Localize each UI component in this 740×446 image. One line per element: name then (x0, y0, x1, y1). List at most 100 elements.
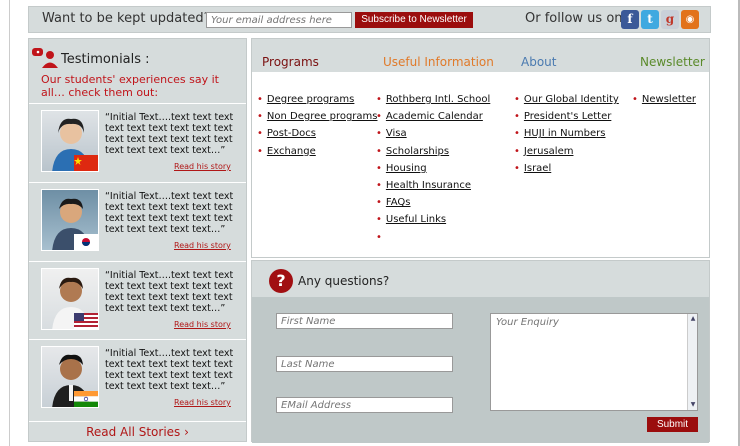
bullet-icon: • (376, 128, 382, 140)
questions-title: Any questions? (298, 274, 390, 288)
testimonials-title: Testimonials : (61, 52, 150, 67)
bullet-icon: • (376, 214, 382, 226)
menu-link[interactable]: • President's Letter (514, 108, 619, 125)
korea-flag-icon (74, 234, 98, 250)
bullet-icon: • (257, 128, 263, 140)
menu-link[interactable]: • Our Global Identity (514, 91, 619, 108)
menu-link-label[interactable]: Post-Docs (267, 128, 316, 139)
bullet-icon: • (376, 145, 382, 157)
china-flag-icon (74, 155, 98, 171)
menu-link-label[interactable]: President's Letter (524, 111, 611, 122)
menu-link[interactable]: • Academic Calendar (376, 108, 490, 125)
newsletter-links: • Newsletter (632, 91, 696, 108)
about-links: • Our Global Identity • President's Letter •… (514, 91, 619, 177)
testimonial-quote: “Initial Text….text text text text text … (105, 112, 234, 156)
rss-icon[interactable]: ◉ (681, 10, 699, 29)
subscribe-button[interactable]: Subscribe to Newsletter (355, 12, 473, 28)
menu-link[interactable]: • Useful Links (376, 211, 490, 228)
menu-link-label[interactable]: FAQs (386, 197, 411, 208)
testimonial-card: “Initial Text….text text text text text … (29, 103, 246, 177)
menu-link-label[interactable]: Rothberg Intl. School (386, 94, 490, 105)
menu-link[interactable]: • Non Degree programs (257, 108, 378, 125)
menu-link-label[interactable]: HUJI in Numbers (524, 128, 606, 139)
scroll-down-icon[interactable]: ▼ (689, 401, 697, 409)
read-story-link[interactable]: Read his story (174, 320, 231, 329)
testimonial-quote: “Initial Text….text text text text text … (105, 191, 234, 235)
menu-header-about[interactable]: About (521, 55, 556, 69)
testimonial-card: “Initial Text….text text text text text … (29, 339, 246, 413)
bullet-icon: • (514, 94, 520, 105)
menu-link-label[interactable]: Jerusalem (524, 146, 574, 157)
follow-us-label: Or follow us on: (525, 11, 627, 26)
facebook-icon[interactable]: f (621, 10, 639, 29)
useful-information-links: • Rothberg Intl. School • Academic Calendar… (376, 91, 490, 246)
enquiry-scrollbar[interactable]: ▲ ▼ (687, 314, 697, 410)
last-name-field[interactable] (276, 356, 453, 372)
programs-links: • Degree programs • Non Degree programs • Pos… (257, 91, 378, 160)
read-story-link[interactable]: Read his story (174, 398, 231, 407)
menu-link-label[interactable]: Non Degree programs (267, 111, 378, 122)
menu-header-programs[interactable]: Programs (262, 55, 319, 69)
menu-link-label[interactable]: Exchange (267, 146, 316, 157)
bullet-icon: • (257, 145, 263, 157)
testimonial-card: “Initial Text….text text text text text … (29, 182, 246, 256)
read-story-link[interactable]: Read his story (174, 162, 231, 171)
menu-header-useful-information[interactable]: Useful Information (383, 55, 494, 69)
menu-link[interactable]: • Exchange (257, 143, 378, 160)
google-plus-icon[interactable]: g (661, 10, 679, 29)
newsletter-email-input[interactable] (206, 12, 352, 28)
bullet-icon: • (257, 111, 263, 123)
bullet-icon: • (376, 179, 382, 191)
menu-link[interactable]: • Scholarships (376, 143, 490, 160)
menu-link[interactable]: • Health Insurance (376, 177, 490, 194)
kept-updated-label: Want to be kept updated? (42, 11, 211, 26)
menu-link-label[interactable]: Health Insurance (386, 180, 471, 191)
twitter-icon[interactable]: t (641, 10, 659, 29)
menu-link[interactable]: • (376, 229, 490, 246)
menu-header-row: Programs Useful Information About Newsle… (252, 39, 709, 72)
bullet-icon: • (257, 94, 263, 105)
student-photo (41, 268, 99, 330)
menu-link[interactable]: • Jerusalem (514, 143, 619, 160)
bullet-icon: • (632, 94, 638, 105)
submit-button[interactable]: Submit (647, 417, 698, 432)
read-all-stories-link[interactable]: Read All Stories › (29, 421, 246, 441)
menu-link-label[interactable]: Useful Links (386, 214, 446, 225)
menu-link[interactable]: • Visa (376, 125, 490, 142)
scroll-up-icon[interactable]: ▲ (689, 315, 697, 323)
menu-link-label[interactable]: Visa (386, 128, 407, 139)
read-story-link[interactable]: Read his story (174, 241, 231, 250)
menu-link-label[interactable]: Our Global Identity (524, 94, 619, 105)
menu-link[interactable]: • Housing (376, 160, 490, 177)
menu-link[interactable]: • Israel (514, 160, 619, 177)
menu-link-label[interactable]: Housing (386, 163, 427, 174)
menu-link[interactable]: • Degree programs (257, 91, 378, 108)
testimonial-quote: “Initial Text….text text text text text … (105, 270, 234, 314)
enquiry-textarea[interactable] (490, 313, 698, 411)
menu-header-newsletter[interactable]: Newsletter (640, 55, 705, 69)
site-menu: Programs Useful Information About Newsle… (251, 38, 710, 258)
student-photo (41, 346, 99, 408)
menu-link-label[interactable]: Newsletter (642, 94, 696, 105)
student-photo (41, 189, 99, 251)
page-frame-left (0, 0, 10, 446)
menu-link-label[interactable]: Scholarships (386, 146, 449, 157)
menu-link[interactable]: • Newsletter (632, 91, 696, 108)
menu-link[interactable]: • Post-Docs (257, 125, 378, 142)
bullet-icon: • (514, 128, 520, 140)
menu-link[interactable]: • FAQs (376, 194, 490, 211)
menu-link-label[interactable]: Academic Calendar (386, 111, 483, 122)
bullet-icon: • (514, 145, 520, 157)
menu-link-label[interactable]: Degree programs (267, 94, 354, 105)
india-flag-icon (74, 391, 98, 407)
bullet-icon: • (376, 162, 382, 174)
menu-link[interactable]: • HUJI in Numbers (514, 125, 619, 142)
testimonial-card: “Initial Text….text text text text text … (29, 261, 246, 335)
questions-panel: ? Any questions? ▲ ▼ Submit (251, 260, 710, 443)
first-name-field[interactable] (276, 313, 453, 329)
menu-link[interactable]: • Rothberg Intl. School (376, 91, 490, 108)
usa-flag-icon (74, 313, 98, 329)
people-icon (32, 48, 58, 68)
menu-link-label[interactable]: Israel (524, 163, 551, 174)
email-field[interactable] (276, 397, 453, 413)
